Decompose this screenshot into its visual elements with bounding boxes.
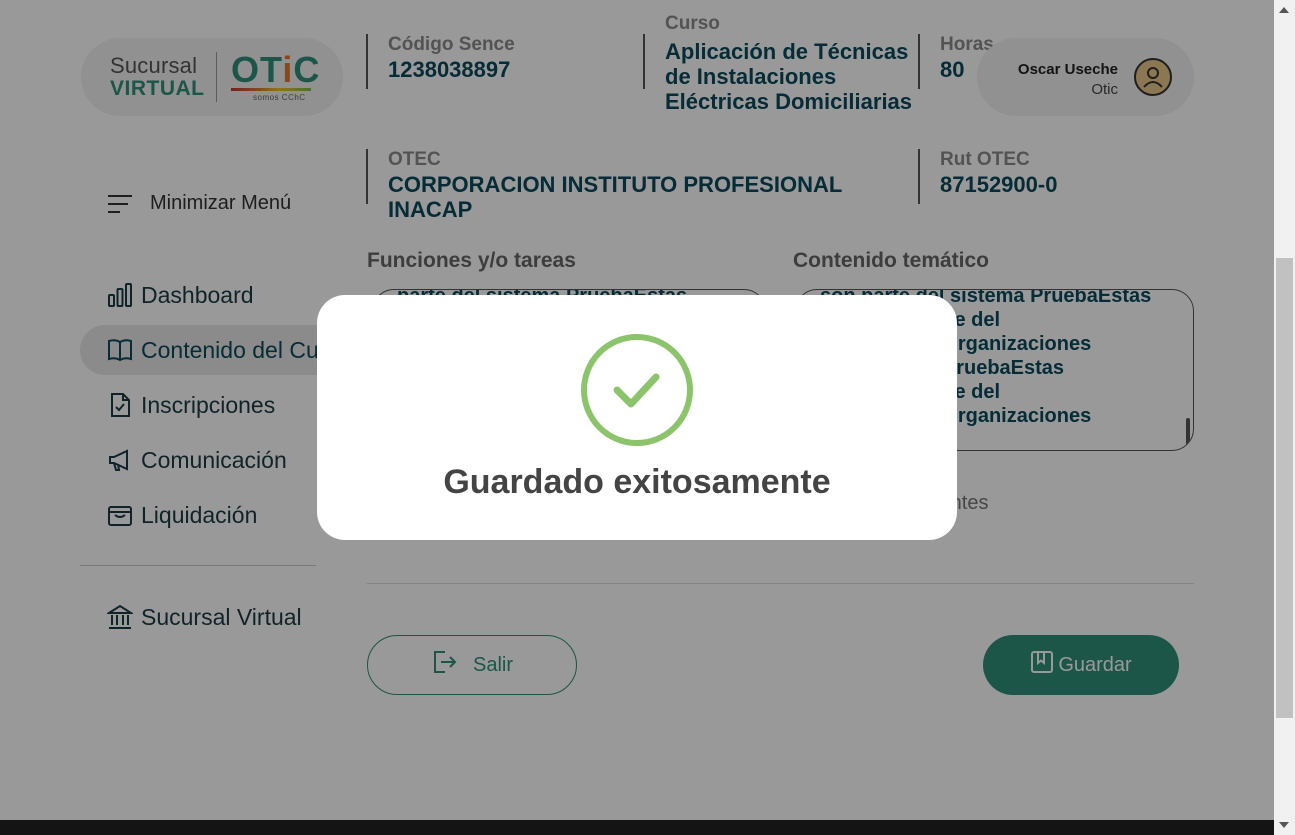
scroll-up-arrow-icon[interactable] [1279,7,1289,13]
page-scrollbar[interactable] [1274,0,1295,835]
success-message: Guardado exitosamente [443,463,831,501]
success-check-icon [580,333,694,447]
page: Sucursal VIRTUAL OTiC somos CChC Código … [0,0,1274,835]
scrollbar-thumb[interactable] [1276,258,1293,718]
scroll-down-arrow-icon[interactable] [1279,822,1289,828]
success-modal: Guardado exitosamente [317,295,957,540]
